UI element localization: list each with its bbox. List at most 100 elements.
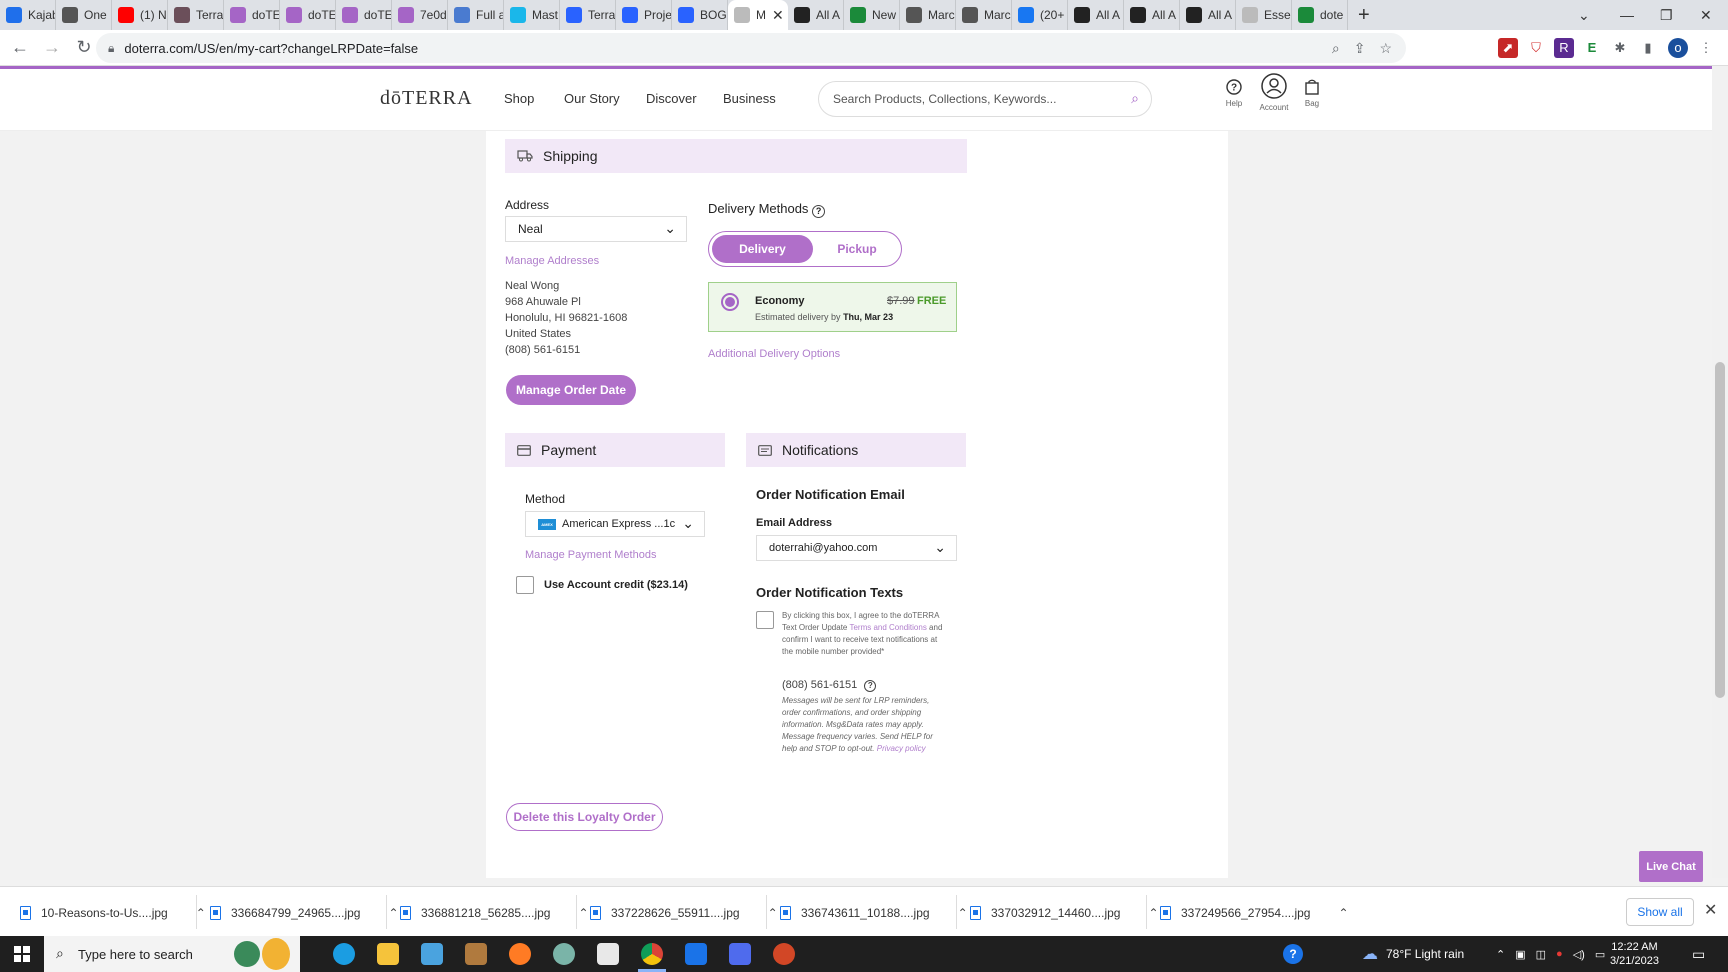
- account-button[interactable]: Account: [1259, 73, 1289, 112]
- bag-button[interactable]: Bag: [1302, 79, 1322, 108]
- browser-tab[interactable]: New: [844, 0, 900, 30]
- restore-icon[interactable]: ❐: [1660, 0, 1673, 30]
- nav-business[interactable]: Business: [723, 91, 776, 106]
- url-field[interactable]: 🔒︎ doterra.com/US/en/my-cart?changeLRPDa…: [96, 33, 1406, 63]
- chevron-up-icon[interactable]: ⌃: [1148, 906, 1158, 920]
- show-all-downloads-button[interactable]: Show all: [1626, 898, 1694, 926]
- volume-icon[interactable]: ◁): [1573, 948, 1585, 961]
- photos-icon[interactable]: [553, 943, 575, 965]
- chevron-up-icon[interactable]: ⌃: [388, 906, 398, 920]
- browser-tab[interactable]: All A: [1180, 0, 1236, 30]
- privacy-policy-link[interactable]: Privacy policy: [877, 744, 926, 753]
- chevron-up-icon[interactable]: ⌃: [1496, 948, 1505, 961]
- download-item[interactable]: 337249566_27954....jpg ⌃: [1160, 901, 1349, 925]
- pickup-option[interactable]: Pickup: [815, 235, 899, 263]
- r-extension-icon[interactable]: R: [1554, 38, 1574, 58]
- extensions-puzzle-icon[interactable]: ✱: [1610, 38, 1630, 58]
- firefox-icon[interactable]: [509, 943, 531, 965]
- tab-search-icon[interactable]: ⌄: [1578, 0, 1590, 30]
- edge-icon[interactable]: [333, 943, 355, 965]
- manage-payment-methods-link[interactable]: Manage Payment Methods: [525, 549, 656, 561]
- browser-tab[interactable]: doTE: [224, 0, 280, 30]
- taskbar-search-input[interactable]: ⌕ Type here to search: [44, 936, 300, 972]
- download-item[interactable]: 336684799_24965....jpg ⌃: [210, 901, 399, 925]
- browser-tab[interactable]: 7e0d: [392, 0, 448, 30]
- weather-widget[interactable]: ☁︎ 78°F Light rain: [1362, 936, 1464, 972]
- economy-shipping-option[interactable]: Economy $7.99 FREE Estimated delivery by…: [708, 282, 957, 332]
- live-chat-button[interactable]: Live Chat: [1639, 851, 1703, 882]
- browser-tab[interactable]: All A: [1068, 0, 1124, 30]
- back-icon[interactable]: ←: [8, 37, 32, 58]
- browser-tab[interactable]: Full a: [448, 0, 504, 30]
- chevron-up-icon[interactable]: ⌃: [958, 906, 968, 920]
- browser-tab[interactable]: doTE: [336, 0, 392, 30]
- menu-kebab-icon[interactable]: ⋮: [1696, 38, 1716, 58]
- reload-icon[interactable]: ↻: [72, 37, 96, 58]
- download-item[interactable]: 10-Reasons-to-Us....jpg ⌃: [20, 901, 206, 925]
- manage-order-date-button[interactable]: Manage Order Date: [506, 375, 636, 405]
- help-circle-icon[interactable]: ?: [812, 205, 826, 218]
- scrollbar-thumb[interactable]: [1715, 362, 1725, 698]
- download-item[interactable]: 337228626_55911....jpg ⌃: [590, 901, 778, 925]
- chrome-icon[interactable]: [641, 943, 663, 965]
- download-item[interactable]: 336881218_56285....jpg ⌃: [400, 901, 589, 925]
- side-panel-icon[interactable]: ▮: [1638, 38, 1658, 58]
- file-explorer-icon[interactable]: [377, 943, 399, 965]
- chevron-up-icon[interactable]: ⌃: [768, 906, 778, 920]
- browser-tab[interactable]: BOG: [672, 0, 728, 30]
- notepad-icon[interactable]: [421, 943, 443, 965]
- browser-tab[interactable]: doTE: [280, 0, 336, 30]
- payment-method-select[interactable]: AMEX American Express ...1c ⌄: [525, 511, 705, 537]
- doterra-logo[interactable]: dōTERRA: [380, 87, 473, 110]
- delete-loyalty-order-button[interactable]: Delete this Loyalty Order: [506, 803, 663, 831]
- profile-avatar[interactable]: o: [1668, 38, 1688, 58]
- zoom-icon[interactable]: ⌕: [1332, 40, 1340, 57]
- paint-icon[interactable]: [465, 943, 487, 965]
- store-icon[interactable]: [597, 943, 619, 965]
- chevron-up-icon[interactable]: ⌃: [196, 906, 206, 920]
- browser-tab[interactable]: All A: [788, 0, 844, 30]
- pocket-extension-icon[interactable]: ⛉: [1526, 38, 1546, 58]
- bookmark-star-icon[interactable]: ☆: [1379, 40, 1392, 57]
- help-circle-icon[interactable]: ?: [864, 680, 877, 692]
- additional-delivery-options-link[interactable]: Additional Delivery Options: [708, 348, 840, 360]
- download-item[interactable]: 337032912_14460....jpg ⌃: [970, 901, 1159, 925]
- browser-tab[interactable]: Essen: [1236, 0, 1292, 30]
- delivery-option[interactable]: Delivery: [712, 235, 813, 263]
- manage-addresses-link[interactable]: Manage Addresses: [505, 255, 599, 267]
- nav-our-story[interactable]: Our Story: [564, 91, 620, 106]
- download-item[interactable]: 336743611_10188....jpg ⌃: [780, 901, 968, 925]
- browser-tab[interactable]: Marc: [900, 0, 956, 30]
- browser-tab[interactable]: M ✕: [728, 0, 788, 30]
- browser-tab[interactable]: (20+: [1012, 0, 1068, 30]
- search-icon[interactable]: ⌕: [1131, 90, 1139, 107]
- page-scrollbar[interactable]: [1712, 66, 1728, 878]
- close-window-icon[interactable]: ✕: [1700, 0, 1712, 30]
- text-consent-checkbox[interactable]: [756, 611, 774, 629]
- browser-tab[interactable]: Proje: [616, 0, 672, 30]
- mail-icon[interactable]: [685, 943, 707, 965]
- browser-tab[interactable]: Kajab: [0, 0, 56, 30]
- new-tab-icon[interactable]: +: [1348, 4, 1380, 27]
- nav-shop[interactable]: Shop: [504, 91, 534, 106]
- terms-conditions-link[interactable]: Terms and Conditions: [849, 623, 926, 632]
- browser-tab[interactable]: All A: [1124, 0, 1180, 30]
- email-address-select[interactable]: doterrahi@yahoo.com ⌄: [756, 535, 957, 561]
- calculator-icon[interactable]: [729, 943, 751, 965]
- browser-tab[interactable]: Mast: [504, 0, 560, 30]
- site-search-input[interactable]: Search Products, Collections, Keywords..…: [818, 81, 1152, 117]
- pdf-extension-icon[interactable]: ⬈: [1498, 38, 1518, 58]
- notifications-center-icon[interactable]: ▭: [1692, 936, 1705, 972]
- forward-icon[interactable]: →: [40, 37, 64, 58]
- windows-start-icon[interactable]: [14, 946, 30, 962]
- browser-tab[interactable]: Terra: [560, 0, 616, 30]
- minimize-icon[interactable]: —: [1620, 0, 1634, 30]
- close-tab-icon[interactable]: ✕: [772, 7, 784, 24]
- address-select[interactable]: Neal ⌄: [505, 216, 687, 242]
- help-button[interactable]: ? Help: [1222, 79, 1246, 108]
- e-extension-icon[interactable]: E: [1582, 38, 1602, 58]
- system-tray[interactable]: ⌃ ▣ ◫ ● ◁) ▭: [1496, 936, 1605, 972]
- taskbar-clock[interactable]: 12:22 AM 3/21/2023: [1610, 940, 1659, 968]
- economy-radio[interactable]: [721, 293, 739, 311]
- browser-tab[interactable]: Marc: [956, 0, 1012, 30]
